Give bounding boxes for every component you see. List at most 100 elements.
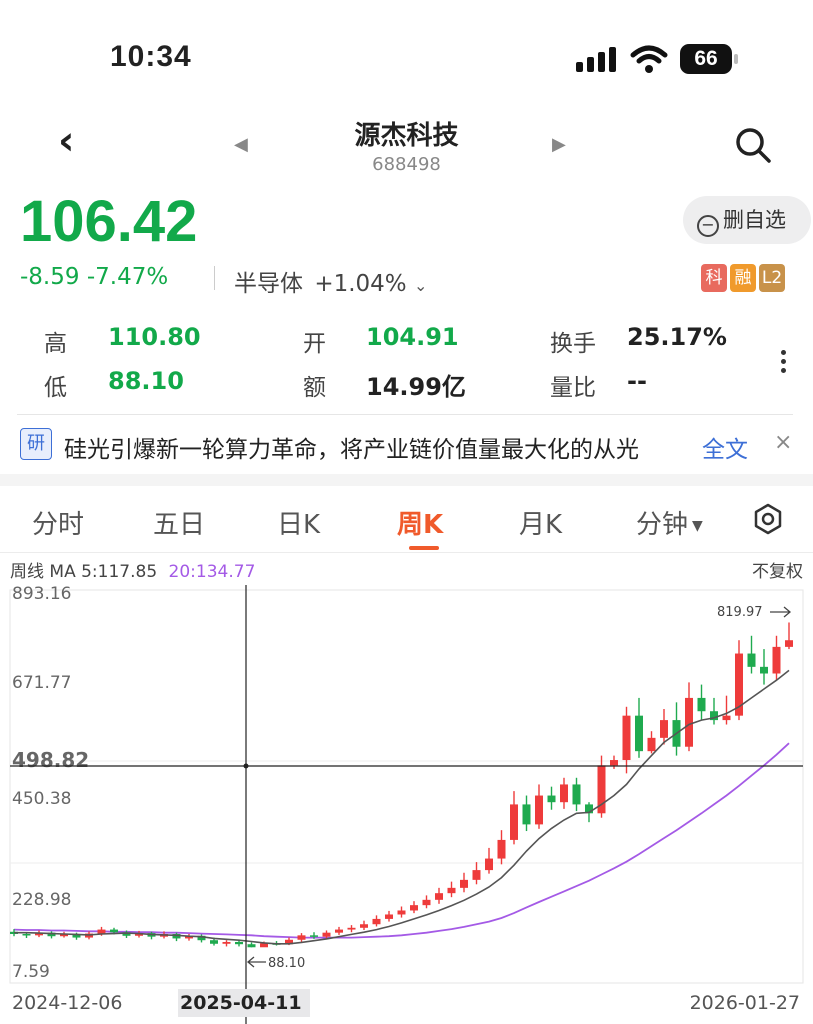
- y-axis-label: 450.38: [12, 789, 71, 809]
- plot-frame: [9, 589, 804, 984]
- stock-code: 688498: [372, 154, 441, 175]
- candle: [397, 906, 406, 918]
- candle: [760, 649, 768, 685]
- candle-body: [247, 944, 256, 948]
- candle: [710, 697, 718, 725]
- candle: [647, 731, 656, 754]
- x-axis-label-start: 2024-12-06: [12, 992, 122, 1014]
- candle-body: [547, 795, 556, 803]
- candle: [547, 786, 556, 810]
- badge-l2: L2: [759, 264, 785, 292]
- candle: [672, 702, 681, 756]
- ma5-label: 周线 MA 5:117.85: [10, 562, 158, 582]
- candle-body: [747, 653, 756, 667]
- candle: [622, 706, 631, 774]
- candle: [497, 830, 506, 865]
- news-headline[interactable]: 硅光引爆新一轮算力革命，将产业链价值量最大化的从光: [64, 430, 694, 464]
- tabs-divider: [0, 552, 813, 553]
- candle: [522, 795, 531, 832]
- candle: [535, 784, 543, 829]
- candle: [372, 915, 381, 927]
- stat-turnover-value: 25.17%: [627, 323, 727, 351]
- min-arrow-icon: [246, 956, 266, 968]
- candlestick-chart[interactable]: 893.16 671.77 498.82 450.38 228.98 7.59 819.97…: [0, 585, 813, 1024]
- candle-body: [410, 905, 418, 911]
- close-icon[interactable]: ×: [774, 430, 792, 455]
- tab-intraday[interactable]: 分时: [32, 504, 84, 541]
- current-price: 106.42: [20, 189, 198, 254]
- candle: [435, 887, 443, 904]
- candle: [472, 862, 481, 885]
- candle: [447, 881, 456, 898]
- x-axis-label-crosshair: 2025-04-11: [180, 992, 302, 1014]
- candle-body: [622, 715, 631, 761]
- stat-low-label: 低: [44, 375, 67, 401]
- candle-body: [435, 893, 443, 900]
- settings-icon[interactable]: [752, 503, 784, 535]
- candle-body: [535, 795, 543, 825]
- tab-minute[interactable]: 分钟 ▼: [636, 504, 703, 541]
- next-stock-icon[interactable]: ▶: [552, 134, 566, 155]
- candle: [197, 934, 206, 943]
- ma5-line: [14, 669, 790, 945]
- badge-margin: 融: [730, 264, 756, 292]
- candle-body: [22, 934, 31, 936]
- search-icon[interactable]: [734, 126, 772, 164]
- candle: [335, 926, 343, 935]
- candle-body: [360, 924, 368, 928]
- candle: [360, 920, 368, 931]
- candle: [347, 925, 356, 933]
- remove-watchlist-button[interactable]: − 删自选: [683, 196, 811, 244]
- candle: [247, 942, 256, 948]
- candle: [385, 910, 393, 922]
- candle: [697, 684, 706, 721]
- candle-body: [422, 899, 431, 906]
- adjust-mode-button[interactable]: 不复权: [752, 557, 803, 582]
- candle: [635, 697, 643, 758]
- candle-body: [260, 943, 268, 948]
- candle: [172, 932, 181, 942]
- signal-icon: [576, 47, 616, 72]
- candle-body: [385, 914, 393, 919]
- tab-five-day[interactable]: 五日: [153, 504, 205, 541]
- tab-weekly-k[interactable]: 周K: [397, 504, 443, 541]
- candle: [185, 934, 193, 941]
- candle-body: [310, 935, 318, 937]
- y-axis-label: 228.98: [12, 890, 71, 910]
- candle-body: [372, 918, 381, 925]
- status-time: 10:34: [110, 40, 192, 73]
- candle-body: [335, 929, 343, 933]
- candle-body: [510, 804, 518, 840]
- stat-open-value: 104.91: [366, 323, 459, 351]
- candle: [572, 777, 581, 812]
- more-icon[interactable]: [781, 346, 789, 377]
- y-axis-label: 671.77: [12, 673, 71, 693]
- candle: [660, 709, 668, 745]
- badge-star-market: 科: [701, 264, 727, 292]
- crosshair-dot: [243, 763, 249, 769]
- candle-body: [97, 929, 106, 934]
- max-arrow-icon: [770, 606, 792, 618]
- candle-body: [485, 858, 493, 871]
- tab-monthly-k[interactable]: 月K: [519, 504, 562, 541]
- candle-body: [397, 910, 406, 915]
- candle-body: [560, 784, 568, 803]
- stat-turnover-label: 换手: [550, 331, 596, 357]
- battery-icon: 66: [680, 44, 738, 74]
- stat-high-value: 110.80: [108, 323, 201, 351]
- active-tab-underline: [409, 546, 439, 550]
- candle-body: [110, 929, 118, 933]
- tab-daily-k[interactable]: 日K: [277, 504, 320, 541]
- news-full-link[interactable]: 全文: [702, 430, 748, 464]
- chevron-down-icon: ⌄: [413, 276, 428, 295]
- candle: [410, 901, 418, 914]
- section-gap: [0, 474, 813, 486]
- candle: [747, 635, 756, 674]
- candle-body: [472, 870, 481, 880]
- sector-link[interactable]: 半导体 +1.04% ⌄: [234, 264, 427, 298]
- badge-group: 科融 L2: [698, 264, 785, 292]
- stat-amount-value: 14.99亿: [366, 373, 466, 401]
- wifi-icon: [630, 45, 668, 73]
- dropdown-arrow-icon: ▼: [692, 518, 703, 534]
- candle-body: [235, 941, 243, 945]
